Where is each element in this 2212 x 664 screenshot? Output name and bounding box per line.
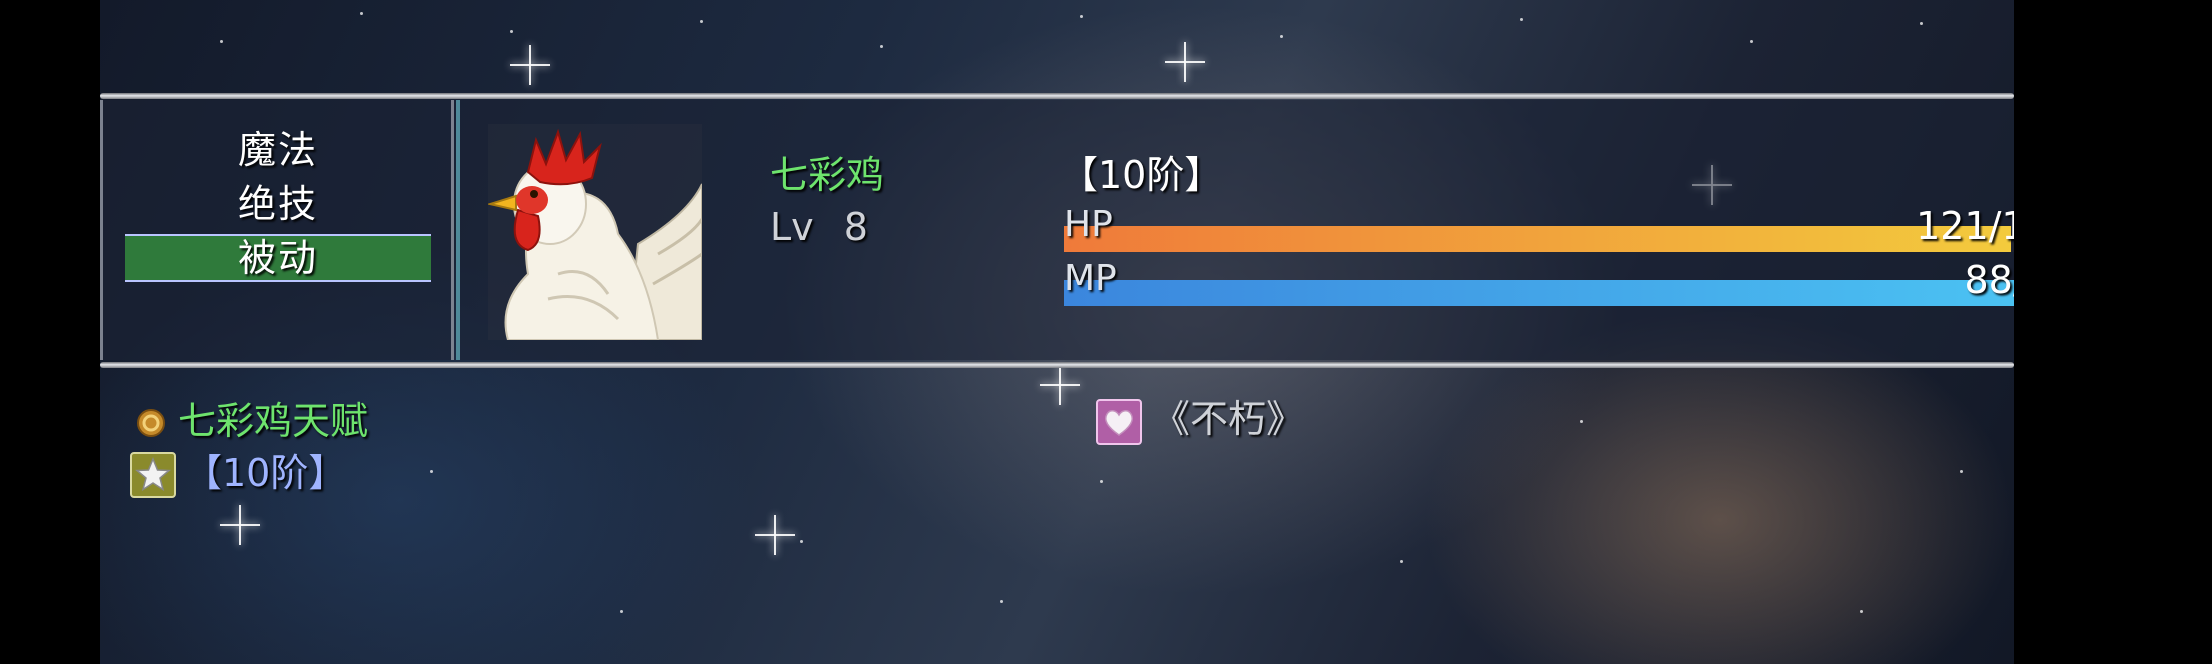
level-label: Lv — [770, 205, 814, 249]
talent-header: 七彩鸡天赋 — [178, 399, 369, 443]
coin-icon — [137, 409, 165, 437]
skill-label: 《不朽》 — [1152, 397, 1305, 441]
game-screen: 魔法 绝技 被动 七彩鸡 Lv 8 【10阶】 HP 121/1 MP 88 七… — [100, 0, 2014, 664]
command-skill[interactable]: 绝技 — [125, 182, 431, 226]
mp-label: MP — [1064, 258, 1117, 299]
mp-value: 88/88 — [1964, 258, 2014, 302]
actor-name: 七彩鸡 — [770, 153, 885, 197]
frame-border-bottom — [100, 362, 2014, 368]
sparkle — [220, 505, 260, 545]
talent-rank: 【10阶】 — [184, 451, 347, 495]
actor-rank: 【10阶】 — [1060, 153, 1223, 197]
command-magic[interactable]: 魔法 — [125, 128, 431, 172]
command-window: 魔法 绝技 被动 — [100, 100, 454, 360]
heart-icon — [1096, 399, 1142, 445]
sparkle — [510, 45, 550, 85]
hp-value: 121/129 — [1916, 204, 2014, 248]
hp-label: HP — [1064, 204, 1113, 245]
actor-level: Lv 8 — [770, 204, 868, 250]
rooster-portrait — [488, 124, 702, 340]
status-window: 七彩鸡 Lv 8 【10阶】 HP 121/129 MP 88/88 — [456, 100, 2014, 360]
command-passive[interactable]: 被动 — [125, 234, 431, 282]
frame-border-top — [100, 93, 2014, 99]
sparkle — [1040, 365, 1080, 405]
sparkle — [1165, 42, 1205, 82]
level-value: 8 — [843, 205, 868, 249]
sparkle — [755, 515, 795, 555]
star-icon — [130, 452, 176, 498]
